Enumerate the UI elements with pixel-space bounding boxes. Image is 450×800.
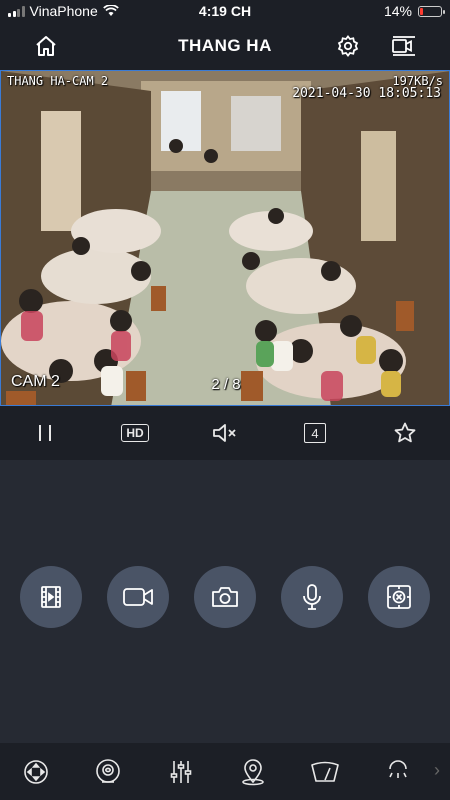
microphone-icon — [302, 584, 321, 610]
favorite-button[interactable] — [385, 413, 425, 453]
camera-name-overlay: THANG HA-CAM 2 — [7, 74, 109, 88]
star-icon — [394, 422, 416, 443]
page-indicator: 2 / 8 — [211, 376, 241, 393]
talk-button[interactable] — [280, 566, 343, 628]
direction-button[interactable] — [19, 755, 53, 789]
image-adjust-button[interactable] — [164, 755, 198, 789]
battery-icon — [418, 5, 445, 17]
direction-pad-icon — [24, 759, 48, 784]
layout-label: 4 — [304, 423, 326, 443]
settings-button[interactable] — [334, 32, 362, 60]
camera-feed-image — [1, 71, 449, 405]
record-button[interactable] — [107, 566, 170, 628]
camera-icon — [212, 587, 238, 607]
speaker-mute-icon — [213, 424, 236, 442]
video-player[interactable]: THANG HA-CAM 2 197KB/s 2021-04-30 18:05:… — [0, 70, 450, 406]
snapshot-button[interactable] — [193, 566, 256, 628]
pause-icon — [39, 425, 51, 441]
player-toolbar: HD 4 — [0, 406, 450, 460]
wiper-button[interactable] — [308, 755, 342, 789]
status-bar: VinaPhone 4:19 CH 14% — [0, 0, 450, 22]
pause-button[interactable] — [25, 413, 65, 453]
timestamp-overlay: 2021-04-30 18:05:13 — [292, 86, 441, 101]
location-pin-icon — [242, 758, 264, 785]
ptz-icon — [386, 585, 411, 609]
app-header: THANG HA — [0, 22, 450, 70]
fisheye-button[interactable] — [91, 755, 125, 789]
hd-button[interactable]: HD — [115, 413, 155, 453]
playback-button[interactable] — [20, 566, 83, 628]
light-button[interactable] — [381, 755, 415, 789]
film-icon — [41, 586, 62, 608]
wiper-icon — [311, 761, 340, 782]
gear-icon — [337, 35, 359, 57]
sliders-icon — [170, 760, 192, 783]
mute-button[interactable] — [205, 413, 245, 453]
control-panel — [0, 460, 450, 743]
ptz-button[interactable] — [367, 566, 430, 628]
layout-button[interactable]: 4 — [295, 413, 335, 453]
fisheye-icon — [96, 758, 121, 783]
battery-percent: 14% — [383, 3, 412, 19]
video-camera-icon — [123, 588, 154, 606]
clock: 4:19 CH — [198, 3, 252, 19]
preset-button[interactable] — [236, 755, 270, 789]
device-button[interactable] — [390, 32, 418, 60]
chevron-right-icon[interactable]: › — [434, 760, 440, 781]
page-title: THANG HA — [178, 36, 272, 55]
device-icon — [392, 36, 415, 56]
bottom-toolbar: › — [0, 743, 450, 800]
hd-label: HD — [121, 424, 149, 442]
light-icon — [388, 759, 407, 778]
